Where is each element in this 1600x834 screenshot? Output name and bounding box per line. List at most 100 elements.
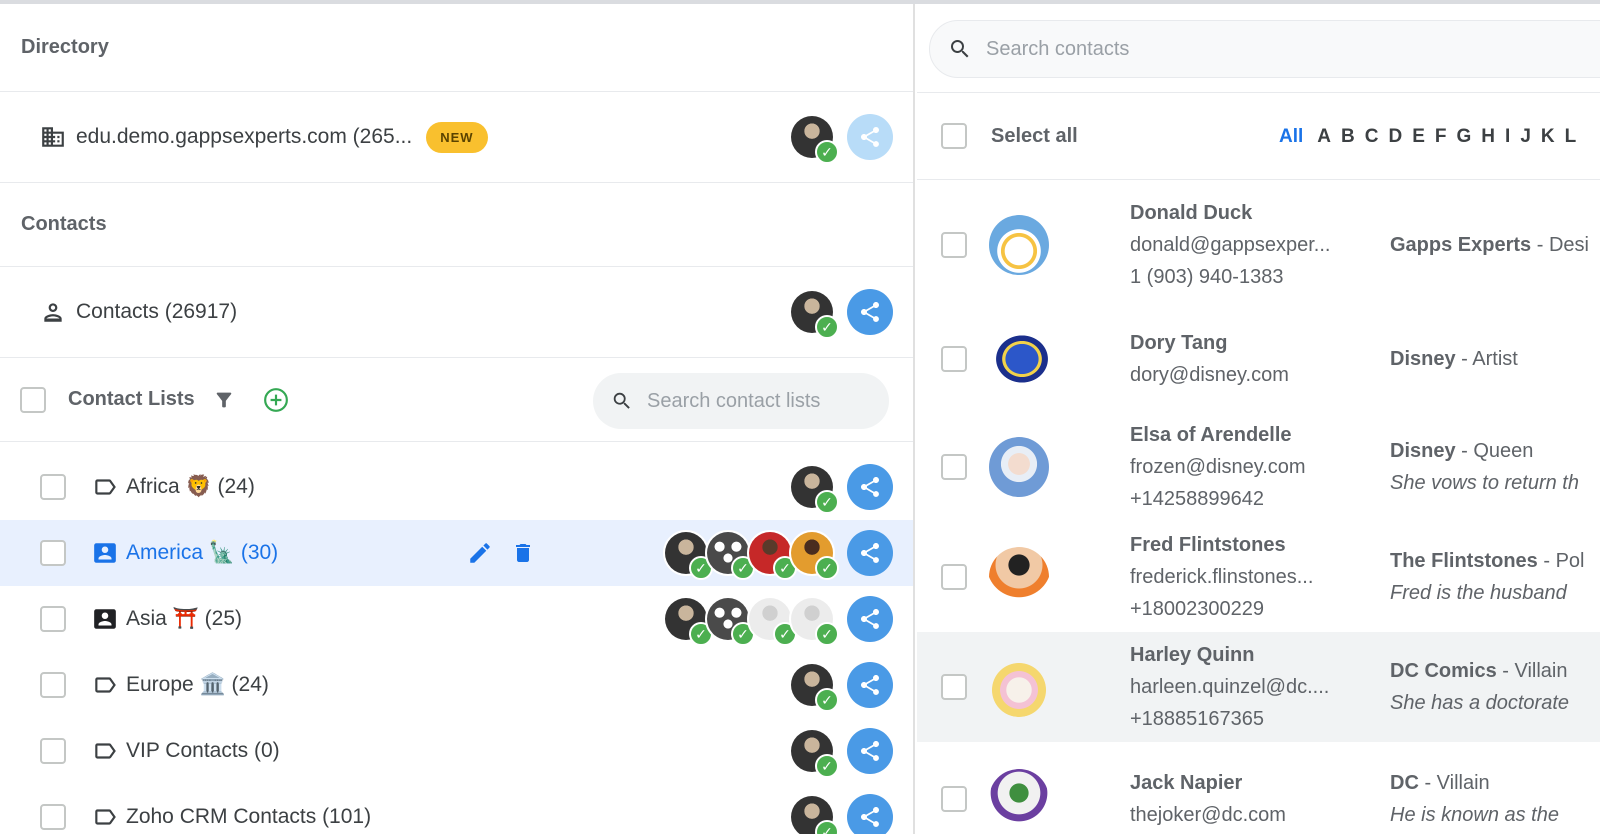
contact-checkbox[interactable] [941, 454, 967, 480]
lists-select-all-checkbox[interactable] [20, 386, 46, 413]
building-icon [40, 124, 66, 150]
add-circle-icon[interactable] [263, 387, 289, 413]
alpha-filter-c[interactable]: C [1365, 126, 1379, 148]
list-item-checkbox[interactable] [40, 804, 66, 830]
share-button[interactable] [847, 728, 893, 774]
contact-row[interactable]: Jack Napier thejoker@dc.com DC - Villain… [917, 744, 1600, 834]
shared-user-avatar[interactable]: ✓ [789, 662, 839, 712]
check-icon: ✓ [815, 556, 839, 580]
contact-row[interactable]: Donald Duck donald@gappsexper... 1 (903)… [917, 190, 1600, 300]
contact-row[interactable]: Elsa of Arendelle frozen@disney.com +142… [917, 412, 1600, 522]
contact-role: - Villain [1496, 660, 1568, 682]
alpha-filter-d[interactable]: D [1388, 126, 1402, 148]
contacts-heading: Contacts [0, 183, 913, 267]
alpha-filter-h[interactable]: H [1481, 126, 1495, 148]
list-item-checkbox[interactable] [40, 474, 66, 500]
shared-user-avatar[interactable]: ✓ [663, 530, 713, 580]
alpha-filter-k[interactable]: K [1541, 126, 1555, 148]
contact-checkbox[interactable] [941, 786, 967, 812]
contact-checkbox[interactable] [941, 564, 967, 590]
alpha-filter-f[interactable]: F [1435, 126, 1447, 148]
share-button[interactable] [847, 530, 893, 576]
contacts-row[interactable]: Contacts (26917) ✓ [0, 267, 913, 358]
contact-checkbox[interactable] [941, 346, 967, 372]
list-item-label: Zoho CRM Contacts (101) [126, 805, 372, 828]
alpha-filter-b[interactable]: B [1341, 126, 1355, 148]
shared-user-avatar[interactable]: ✓ [789, 289, 839, 339]
list-item-checkbox[interactable] [40, 540, 66, 566]
directory-domain-label: edu.demo.gappsexperts.com (265... [76, 125, 413, 148]
contact-row[interactable]: Fred Flintstones frederick.flinstones...… [917, 522, 1600, 632]
alpha-filter-a[interactable]: A [1317, 126, 1331, 148]
share-button[interactable] [847, 464, 893, 510]
delete-icon[interactable] [511, 540, 535, 566]
share-icon [861, 477, 879, 497]
shared-group-avatar[interactable]: ✓ [705, 530, 755, 580]
share-button[interactable] [847, 289, 893, 335]
select-all-label: Select all [991, 124, 1078, 147]
contact-list-icon [92, 540, 118, 566]
contact-name: Dory Tang [1130, 332, 1228, 354]
search-contact-lists-input[interactable] [647, 389, 867, 413]
share-icon [861, 741, 879, 761]
shared-user-avatar[interactable]: ✓ [747, 596, 797, 646]
check-icon: ✓ [815, 490, 839, 514]
shared-user-avatar[interactable]: ✓ [789, 464, 839, 514]
contact-checkbox[interactable] [941, 232, 967, 258]
select-all-checkbox[interactable] [941, 123, 967, 149]
filter-icon[interactable] [213, 389, 235, 411]
contact-checkbox[interactable] [941, 674, 967, 700]
shared-user-avatar[interactable]: ✓ [663, 596, 713, 646]
share-button[interactable] [847, 114, 893, 160]
share-icon [861, 609, 879, 629]
contact-phone: +18002300229 [1130, 598, 1265, 620]
contact-name: Donald Duck [1130, 202, 1253, 224]
shared-user-avatar[interactable]: ✓ [789, 794, 839, 834]
list-item-selected[interactable]: America 🗽 (30) ✓ ✓ ✓ ✓ [0, 520, 913, 586]
share-button[interactable] [847, 596, 893, 642]
shared-user-avatar[interactable]: ✓ [747, 530, 797, 580]
alpha-filter-e[interactable]: E [1412, 126, 1425, 148]
alpha-filter-all[interactable]: All [1279, 126, 1303, 148]
share-button[interactable] [847, 794, 893, 834]
contact-row[interactable]: Dory Tang dory@disney.com Disney - Artis… [917, 304, 1600, 414]
alpha-filter-g[interactable]: G [1457, 126, 1472, 148]
alpha-filter-i[interactable]: I [1505, 126, 1510, 148]
directory-row[interactable]: edu.demo.gappsexperts.com (265... NEW ✓ [0, 92, 913, 183]
alpha-filter-j[interactable]: J [1520, 126, 1531, 148]
list-item-label: Europe 🏛️ (24) [126, 673, 269, 696]
list-item[interactable]: VIP Contacts (0) ✓ [0, 718, 913, 784]
contact-row[interactable]: Harley Quinn harleen.quinzel@dc.... +188… [917, 632, 1600, 742]
alpha-filter-l[interactable]: L [1565, 126, 1577, 148]
contact-avatar [989, 215, 1049, 275]
edit-icon[interactable] [467, 540, 493, 566]
contact-list-icon [92, 606, 118, 632]
label-icon [92, 672, 118, 698]
shared-user-avatar[interactable]: ✓ [789, 728, 839, 778]
list-item[interactable]: Asia ⛩️ (25) ✓ ✓ ✓ ✓ [0, 586, 913, 652]
shared-group-avatar[interactable]: ✓ [705, 596, 755, 646]
contact-organization: Disney - Queen [1390, 435, 1600, 467]
list-item-checkbox[interactable] [40, 606, 66, 632]
list-item-checkbox[interactable] [40, 738, 66, 764]
contact-avatar [989, 547, 1049, 607]
shared-user-avatar[interactable]: ✓ [789, 114, 839, 164]
list-item-label: Africa 🦁 (24) [126, 475, 255, 498]
shared-user-avatar[interactable]: ✓ [789, 596, 839, 646]
share-button[interactable] [847, 662, 893, 708]
share-icon [861, 127, 879, 147]
contact-role: - Artist [1455, 348, 1518, 370]
contact-role: - Queen [1455, 440, 1534, 462]
contact-org-name: Disney [1390, 348, 1456, 370]
sharing-sidebar: Directory edu.demo.gappsexperts.com (265… [0, 4, 915, 834]
contact-organization: The Flintstones - Pol [1390, 545, 1600, 577]
contact-email: dory@disney.com [1130, 364, 1289, 386]
list-item[interactable]: Europe 🏛️ (24) ✓ [0, 652, 913, 718]
search-contacts-input[interactable] [986, 37, 1486, 61]
list-item[interactable]: Africa 🦁 (24) ✓ [0, 454, 913, 520]
list-item[interactable]: Zoho CRM Contacts (101) ✓ [0, 784, 913, 834]
list-item-checkbox[interactable] [40, 672, 66, 698]
shared-user-avatar[interactable]: ✓ [789, 530, 839, 580]
share-icon [861, 302, 879, 322]
contact-note: She vows to return th [1390, 472, 1579, 494]
